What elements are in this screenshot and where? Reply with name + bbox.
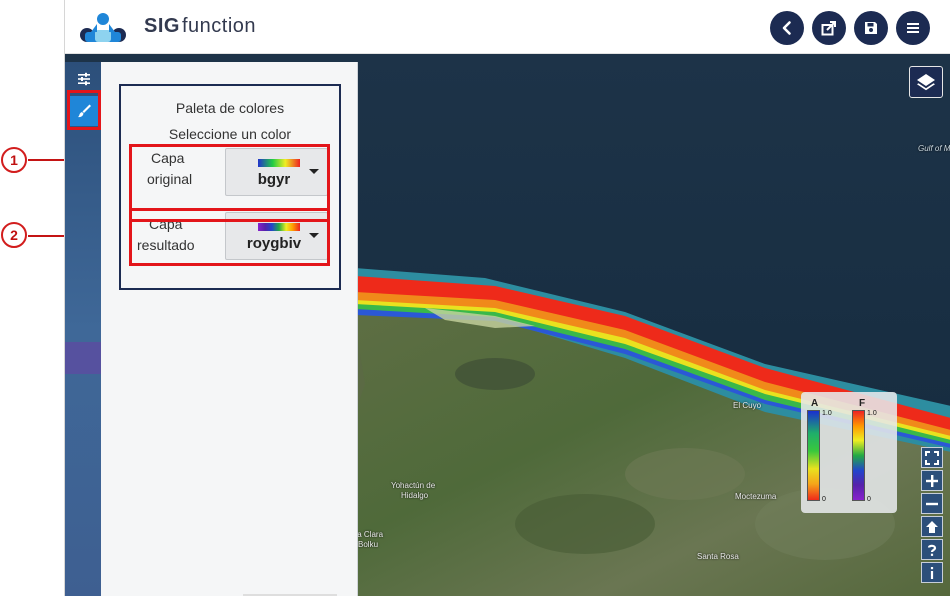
callout-2: 2 xyxy=(1,222,27,248)
legend-f-letter: F xyxy=(859,398,866,409)
logo-icon xyxy=(77,10,129,46)
app-window: SIG function Gulf of M El Cuyo Yohactún … xyxy=(64,0,950,596)
map-label-moctezuma: Moctezuma xyxy=(735,492,777,501)
app-title-bold: SIG xyxy=(144,15,180,37)
app-title-light: function xyxy=(181,15,257,37)
footer-divider xyxy=(243,594,337,596)
info-icon xyxy=(930,566,934,579)
palette-title: Paleta de colores xyxy=(175,100,285,116)
share-icon xyxy=(821,21,836,36)
legend-f-bar xyxy=(852,410,865,501)
side-rail xyxy=(65,62,101,596)
minus-icon xyxy=(926,502,938,505)
fullscreen-button[interactable] xyxy=(921,447,943,468)
map-label-yohactun: Yohactún de xyxy=(391,481,436,490)
map-legend: A 1.0 0 F 1.0 0 xyxy=(801,392,897,513)
zoom-out-button[interactable] xyxy=(921,493,943,514)
help-icon xyxy=(927,544,937,556)
zoom-in-button[interactable] xyxy=(921,470,943,491)
plus-icon xyxy=(926,474,938,487)
help-button[interactable] xyxy=(921,539,943,560)
map-label-gulf: Gulf of M xyxy=(918,144,950,153)
arrow-up-icon xyxy=(926,520,938,533)
layers-icon xyxy=(917,74,935,91)
palette-subtitle: Seleccione un color xyxy=(168,126,292,142)
map-label-santa-rosa: Santa Rosa xyxy=(697,552,739,561)
map-label-santa-clara: ta Clara xyxy=(355,530,384,539)
info-button[interactable] xyxy=(921,562,943,583)
legend-a-min: 0 xyxy=(822,496,826,503)
rail-decoration xyxy=(65,342,101,374)
pan-north-button[interactable] xyxy=(921,516,943,537)
legend-f-min: 0 xyxy=(867,496,871,503)
style-panel: Paleta de colores Seleccione un color Ca… xyxy=(101,62,358,596)
highlight-row-2 xyxy=(129,208,330,266)
app-header: SIG function xyxy=(65,0,950,54)
map-label-hidalgo: Hidalgo xyxy=(401,491,429,500)
app-title: SIG function xyxy=(144,15,256,38)
legend-f-max: 1.0 xyxy=(867,410,877,417)
back-button[interactable] xyxy=(770,11,804,45)
map-label-el-cuyo: El Cuyo xyxy=(733,401,762,410)
menu-button[interactable] xyxy=(896,11,930,45)
callout-1: 1 xyxy=(1,147,27,173)
map-label-bolku: Bolku xyxy=(358,540,379,549)
legend-a-letter: A xyxy=(811,398,819,409)
palette-box: Paleta de colores Seleccione un color Ca… xyxy=(119,84,341,290)
screenshot-root: 1 2 SIG function Gulf of M El Cuyo Yohac… xyxy=(0,0,950,598)
legend-a-bar xyxy=(807,410,820,501)
sliders-icon xyxy=(78,72,90,86)
chevron-left-icon xyxy=(782,21,791,35)
layers-button[interactable] xyxy=(909,66,943,98)
highlight-style-button xyxy=(67,90,101,130)
hamburger-icon xyxy=(907,23,919,33)
share-button[interactable] xyxy=(812,11,846,45)
fullscreen-icon xyxy=(925,450,939,465)
legend-a-max: 1.0 xyxy=(822,410,832,417)
save-button[interactable] xyxy=(854,11,888,45)
save-icon xyxy=(865,22,877,34)
